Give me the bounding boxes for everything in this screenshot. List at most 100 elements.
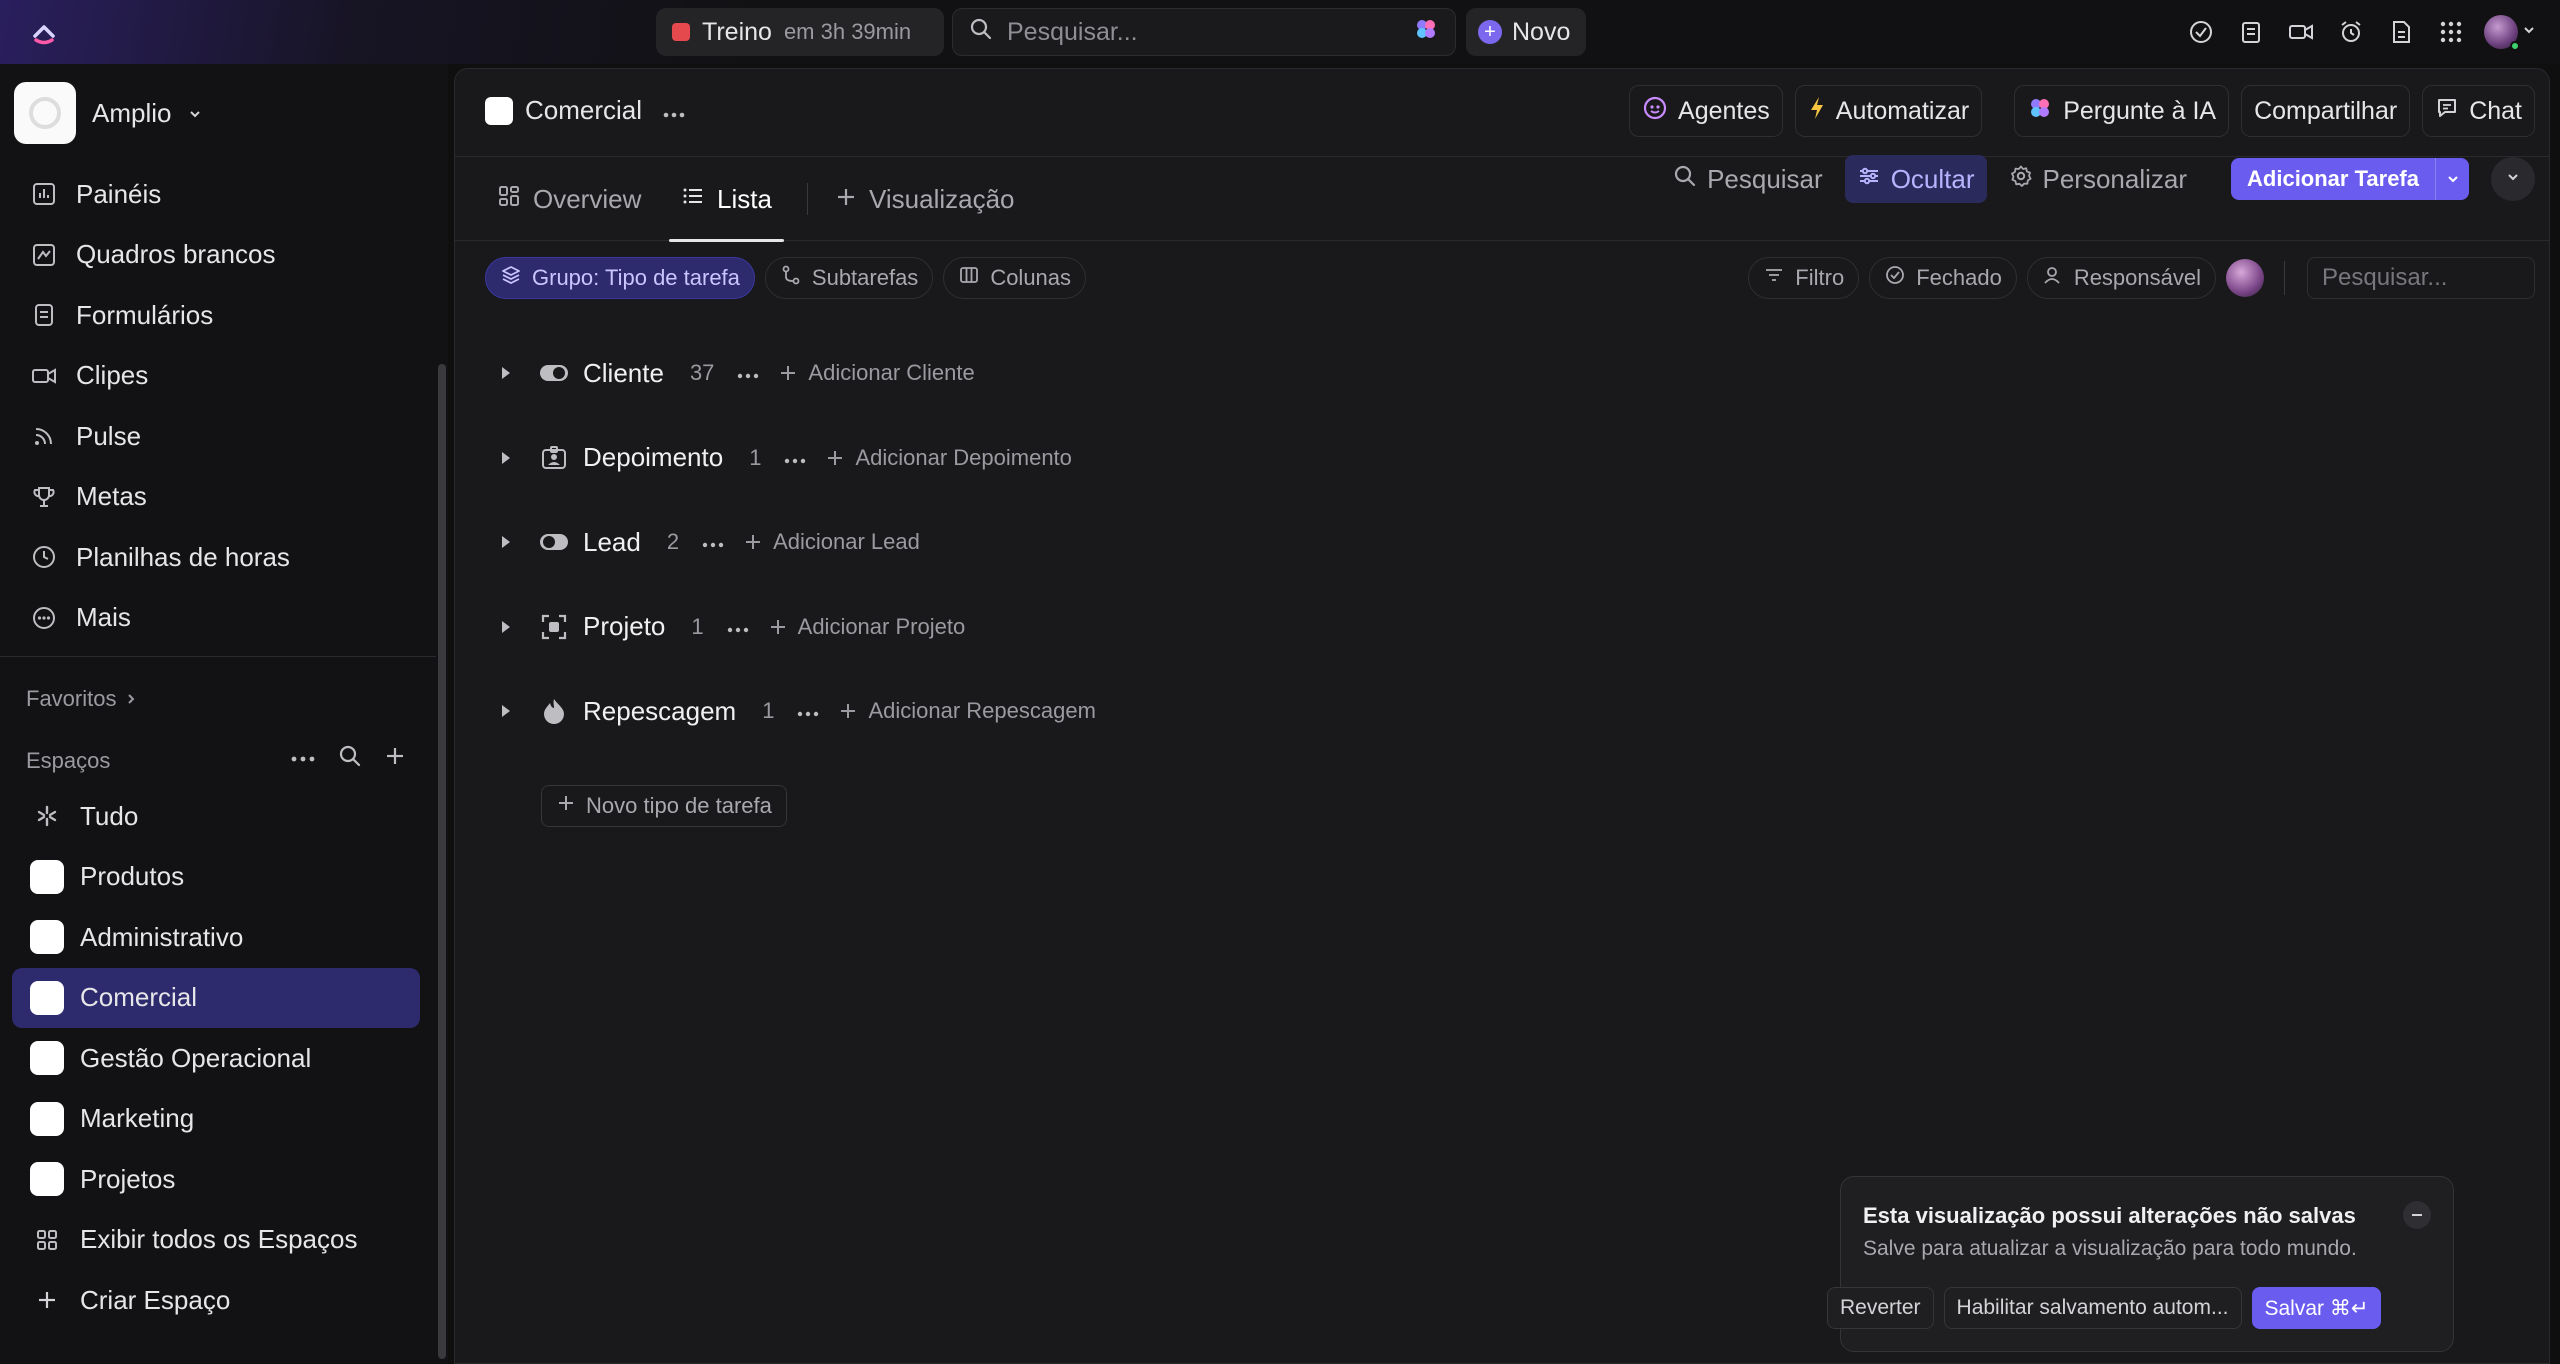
add-task-button[interactable]: Adicionar Tarefa (2231, 158, 2469, 200)
automate-button[interactable]: Automatizar (1794, 85, 1983, 137)
new-task-type-button[interactable]: Novo tipo de tarefa (541, 785, 787, 827)
divider (2284, 261, 2285, 295)
space-color-square (30, 1041, 64, 1076)
revert-button[interactable]: Reverter (1827, 1287, 1934, 1329)
toast-actions: Reverter Habilitar salvamento autom... S… (1827, 1287, 2382, 1329)
minimize-icon[interactable] (2403, 1201, 2431, 1229)
filter-chip[interactable]: Filtro (1748, 257, 1860, 299)
search-icon[interactable] (338, 744, 362, 773)
create-space[interactable]: Criar Espaço (12, 1270, 420, 1331)
enable-autosave-button[interactable]: Habilitar salvamento autom... (1943, 1287, 2242, 1329)
favorites-header[interactable]: Favoritos (26, 686, 138, 712)
sidebar-item-whiteboards[interactable]: Quadros brancos (28, 225, 428, 286)
save-button[interactable]: Salvar ⌘↵ (2251, 1287, 2382, 1329)
ellipsis-icon[interactable] (290, 750, 316, 768)
workspace-switcher[interactable]: Amplio (14, 82, 203, 144)
customize-button[interactable]: Personalizar (1997, 155, 2200, 203)
sidebar-item-clips[interactable]: Clipes (28, 346, 428, 407)
add-task-to-group[interactable]: Adicionar Projeto (768, 614, 965, 640)
toolbar-search-label: Pesquisar (1707, 163, 1823, 194)
tab-add-view[interactable]: Visualização (835, 157, 1015, 241)
group-row-projeto[interactable]: Projeto 1 Adicionar Projeto (485, 585, 1685, 670)
chevron-down-icon (187, 98, 203, 129)
ellipsis-icon[interactable] (701, 529, 725, 555)
caret-right-icon[interactable] (495, 620, 517, 634)
sidebar-item-goals[interactable]: Metas (28, 467, 428, 528)
sidebar-item-more[interactable]: Mais (28, 588, 428, 649)
space-label: Administrativo (80, 921, 244, 952)
ellipsis-icon[interactable] (736, 360, 760, 386)
show-all-spaces[interactable]: Exibir todos os Espaços (12, 1210, 420, 1271)
new-button[interactable]: + Novo (1466, 8, 1586, 56)
sidebar-scrollbar[interactable] (438, 364, 446, 1359)
sidebar-item-timesheets[interactable]: Planilhas de horas (28, 527, 428, 588)
group-row-depoimento[interactable]: Depoimento 1 Adicionar Depoimento (485, 416, 1685, 501)
sliders-icon (1857, 164, 1881, 195)
plus-icon (556, 793, 576, 819)
ai-sparkle-icon[interactable] (1413, 16, 1439, 49)
space-item-administrativo[interactable]: Administrativo (12, 907, 420, 968)
sidebar-item-label: Metas (76, 481, 147, 512)
chat-button[interactable]: Chat (2422, 85, 2535, 137)
group-row-cliente[interactable]: Cliente 37 Adicionar Cliente (485, 331, 1685, 416)
add-task-to-group[interactable]: Adicionar Cliente (778, 360, 975, 386)
apps-grid-icon[interactable] (2434, 12, 2468, 52)
group-row-repescagem[interactable]: Repescagem 1 Adicionar Repescagem (485, 669, 1685, 754)
spaces-list: Tudo Produtos Administrativo Comercial G… (12, 786, 420, 1331)
tab-overview[interactable]: Overview (497, 157, 641, 241)
group-row-lead[interactable]: Lead 2 Adicionar Lead (485, 500, 1685, 585)
expand-toolbar-button[interactable] (2491, 157, 2535, 201)
add-task-to-group[interactable]: Adicionar Depoimento (825, 445, 1072, 471)
timer-pill[interactable]: Treino em 3h 39min (656, 8, 944, 56)
ellipsis-icon[interactable] (783, 445, 807, 471)
toolbar-search-button[interactable]: Pesquisar (1661, 155, 1835, 203)
columns-chip[interactable]: Colunas (943, 257, 1087, 299)
add-task-to-group[interactable]: Adicionar Repescagem (838, 698, 1096, 724)
add-task-to-group[interactable]: Adicionar Lead (743, 529, 920, 555)
filter-label: Filtro (1795, 265, 1845, 290)
check-circle-icon[interactable] (2184, 12, 2218, 52)
sidebar-item-pulse[interactable]: Pulse (28, 406, 428, 467)
ellipsis-icon[interactable] (726, 614, 750, 640)
user-avatar-menu[interactable] (2484, 12, 2540, 52)
alarm-clock-icon[interactable] (2334, 12, 2368, 52)
caret-right-icon[interactable] (495, 366, 517, 380)
search-icon (969, 17, 993, 48)
sidebar-item-label: Clipes (76, 360, 149, 391)
closed-chip[interactable]: Fechado (1869, 257, 2017, 299)
group-name: Lead (583, 526, 641, 557)
app-logo-icon[interactable] (26, 16, 62, 48)
notepad-icon[interactable] (2234, 12, 2268, 52)
hide-button[interactable]: Ocultar (1844, 155, 1987, 203)
sidebar-item-forms[interactable]: Formulários (28, 285, 428, 346)
space-item-produtos[interactable]: Produtos (12, 847, 420, 908)
group-by-chip[interactable]: Grupo: Tipo de tarefa (485, 257, 755, 299)
space-item-comercial[interactable]: Comercial (12, 967, 420, 1028)
video-record-icon[interactable] (2284, 12, 2318, 52)
subtasks-chip[interactable]: Subtarefas (764, 257, 934, 299)
top-bar: Treino em 3h 39min Pesquisar... + Novo (0, 0, 2560, 64)
share-button[interactable]: Compartilhar (2241, 85, 2411, 137)
space-item-marketing[interactable]: Marketing (12, 1089, 420, 1150)
space-item-gestao-operacional[interactable]: Gestão Operacional (12, 1028, 420, 1089)
global-search-input[interactable]: Pesquisar... (952, 8, 1456, 56)
assignee-chip[interactable]: Responsável (2026, 257, 2216, 299)
chevron-down-icon[interactable] (2435, 158, 2469, 200)
ellipsis-icon[interactable] (662, 95, 686, 126)
breadcrumb[interactable]: Comercial (485, 95, 686, 126)
ask-ai-button[interactable]: Pergunte à IA (2014, 85, 2230, 137)
agents-button[interactable]: Agentes (1629, 85, 1783, 137)
ellipsis-icon[interactable] (796, 698, 820, 724)
avatar[interactable] (2226, 259, 2264, 297)
caret-right-icon[interactable] (495, 704, 517, 718)
tab-list[interactable]: Lista (669, 157, 784, 242)
list-search-input[interactable]: Pesquisar... (2307, 257, 2535, 299)
plus-icon[interactable] (384, 745, 406, 772)
favorites-label: Favoritos (26, 686, 117, 711)
document-icon[interactable] (2384, 12, 2418, 52)
space-item-all[interactable]: Tudo (12, 786, 420, 847)
caret-right-icon[interactable] (495, 535, 517, 549)
space-item-projetos[interactable]: Projetos (12, 1149, 420, 1210)
caret-right-icon[interactable] (495, 451, 517, 465)
sidebar-item-dashboards[interactable]: Painéis (28, 164, 428, 225)
